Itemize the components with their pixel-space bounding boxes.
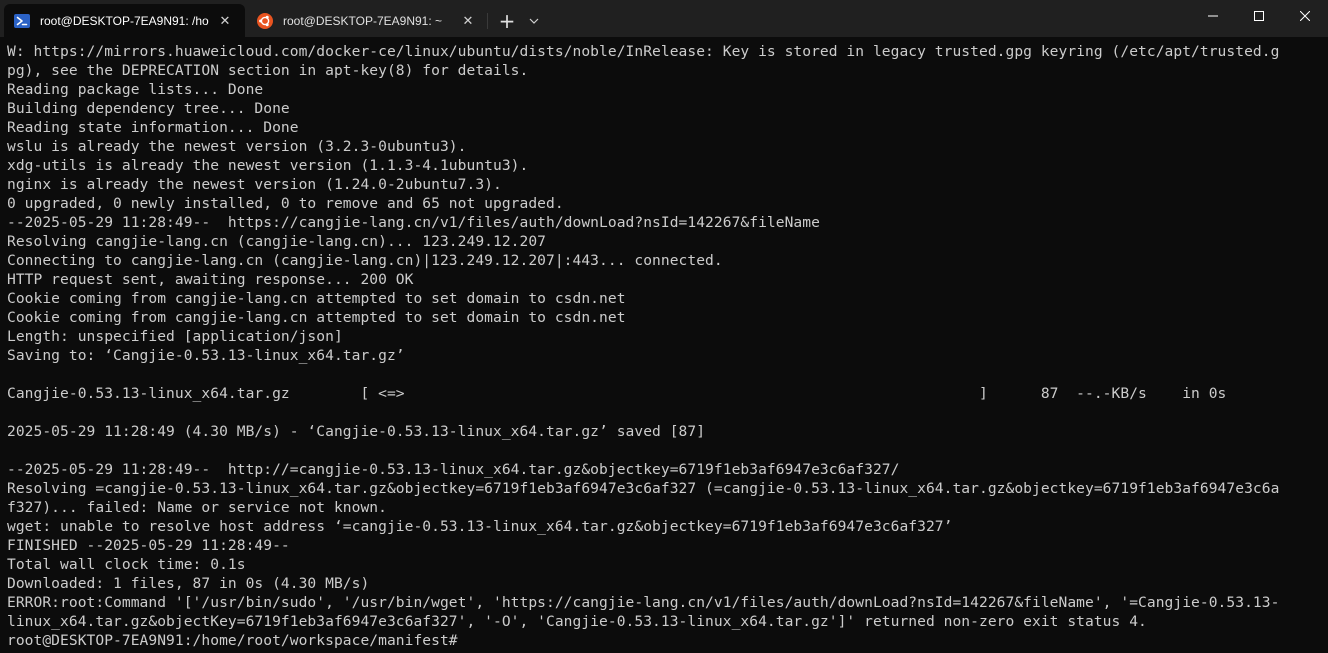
new-tab-button[interactable]: + xyxy=(492,7,522,35)
powershell-icon xyxy=(14,13,30,29)
terminal-line: Downloaded: 1 files, 87 in 0s (4.30 MB/s… xyxy=(7,575,370,592)
tab-ubuntu[interactable]: root@DESKTOP-7EA9N91: ~ ✕ xyxy=(247,4,488,37)
close-tab-button[interactable]: ✕ xyxy=(215,11,235,31)
close-window-button[interactable] xyxy=(1282,0,1328,32)
terminal-line: linux_x64.tar.gz&objectKey=6719f1eb3af69… xyxy=(7,613,1147,630)
terminal-line: ERROR:root:Command '['/usr/bin/sudo', '/… xyxy=(7,594,1280,611)
terminal-line: HTTP request sent, awaiting response... … xyxy=(7,271,414,288)
close-tab-button[interactable]: ✕ xyxy=(458,11,478,31)
tab-dropdown-button[interactable] xyxy=(522,7,546,35)
title-bar[interactable]: root@DESKTOP-7EA9N91: /ho ✕ root@DESKTOP… xyxy=(0,0,1328,37)
terminal-line: 2025-05-29 11:28:49 (4.30 MB/s) - ‘Cangj… xyxy=(7,423,706,440)
terminal-line: wget: unable to resolve host address ‘=c… xyxy=(7,518,953,535)
tab-powershell[interactable]: root@DESKTOP-7EA9N91: /ho ✕ xyxy=(4,4,245,37)
terminal-line: --2025-05-29 11:28:49-- https://cangjie-… xyxy=(7,214,820,231)
terminal-line: root@DESKTOP-7EA9N91:/home/root/workspac… xyxy=(7,632,458,649)
ubuntu-icon xyxy=(257,12,273,29)
minimize-icon xyxy=(1208,15,1218,17)
chevron-down-icon xyxy=(529,18,539,24)
terminal-line: Cookie coming from cangjie-lang.cn attem… xyxy=(7,290,626,307)
terminal-line: --2025-05-29 11:28:49-- http://=cangjie-… xyxy=(7,461,900,478)
tab-title: root@DESKTOP-7EA9N91: ~ xyxy=(283,13,443,28)
terminal-line: nginx is already the newest version (1.2… xyxy=(7,176,502,193)
terminal-line: Reading package lists... Done xyxy=(7,81,264,98)
terminal-line: Total wall clock time: 0.1s xyxy=(7,556,246,573)
terminal-line: Cookie coming from cangjie-lang.cn attem… xyxy=(7,309,626,326)
terminal-line: W: https://mirrors.huaweicloud.com/docke… xyxy=(7,43,1280,60)
minimize-button[interactable] xyxy=(1190,0,1236,32)
terminal-line: 0 upgraded, 0 newly installed, 0 to remo… xyxy=(7,195,564,212)
terminal-line: FINISHED --2025-05-29 11:28:49-- xyxy=(7,537,290,554)
close-icon xyxy=(1300,11,1310,21)
terminal-line: Connecting to cangjie-lang.cn (cangjie-l… xyxy=(7,252,723,269)
terminal-line: f327)... failed: Name or service not kno… xyxy=(7,499,387,516)
terminal-line: Saving to: ‘Cangjie-0.53.13-linux_x64.ta… xyxy=(7,347,405,364)
terminal-line: pg), see the DEPRECATION section in apt-… xyxy=(7,62,529,79)
maximize-button[interactable] xyxy=(1236,0,1282,32)
terminal-output[interactable]: W: https://mirrors.huaweicloud.com/docke… xyxy=(0,37,1328,653)
terminal-line: Resolving cangjie-lang.cn (cangjie-lang.… xyxy=(7,233,547,250)
terminal-line: xdg-utils is already the newest version … xyxy=(7,157,529,174)
terminal-line: Reading state information... Done xyxy=(7,119,299,136)
tab-divider xyxy=(487,13,488,29)
terminal-line: Length: unspecified [application/json] xyxy=(7,328,343,345)
terminal-line: Building dependency tree... Done xyxy=(7,100,290,117)
terminal-line: Cangjie-0.53.13-linux_x64.tar.gz [ <=> ]… xyxy=(7,385,1227,402)
maximize-icon xyxy=(1254,11,1264,21)
tab-title: root@DESKTOP-7EA9N91: /ho xyxy=(40,13,209,28)
terminal-line: Resolving =cangjie-0.53.13-linux_x64.tar… xyxy=(7,480,1280,497)
terminal-line: wslu is already the newest version (3.2.… xyxy=(7,138,467,155)
